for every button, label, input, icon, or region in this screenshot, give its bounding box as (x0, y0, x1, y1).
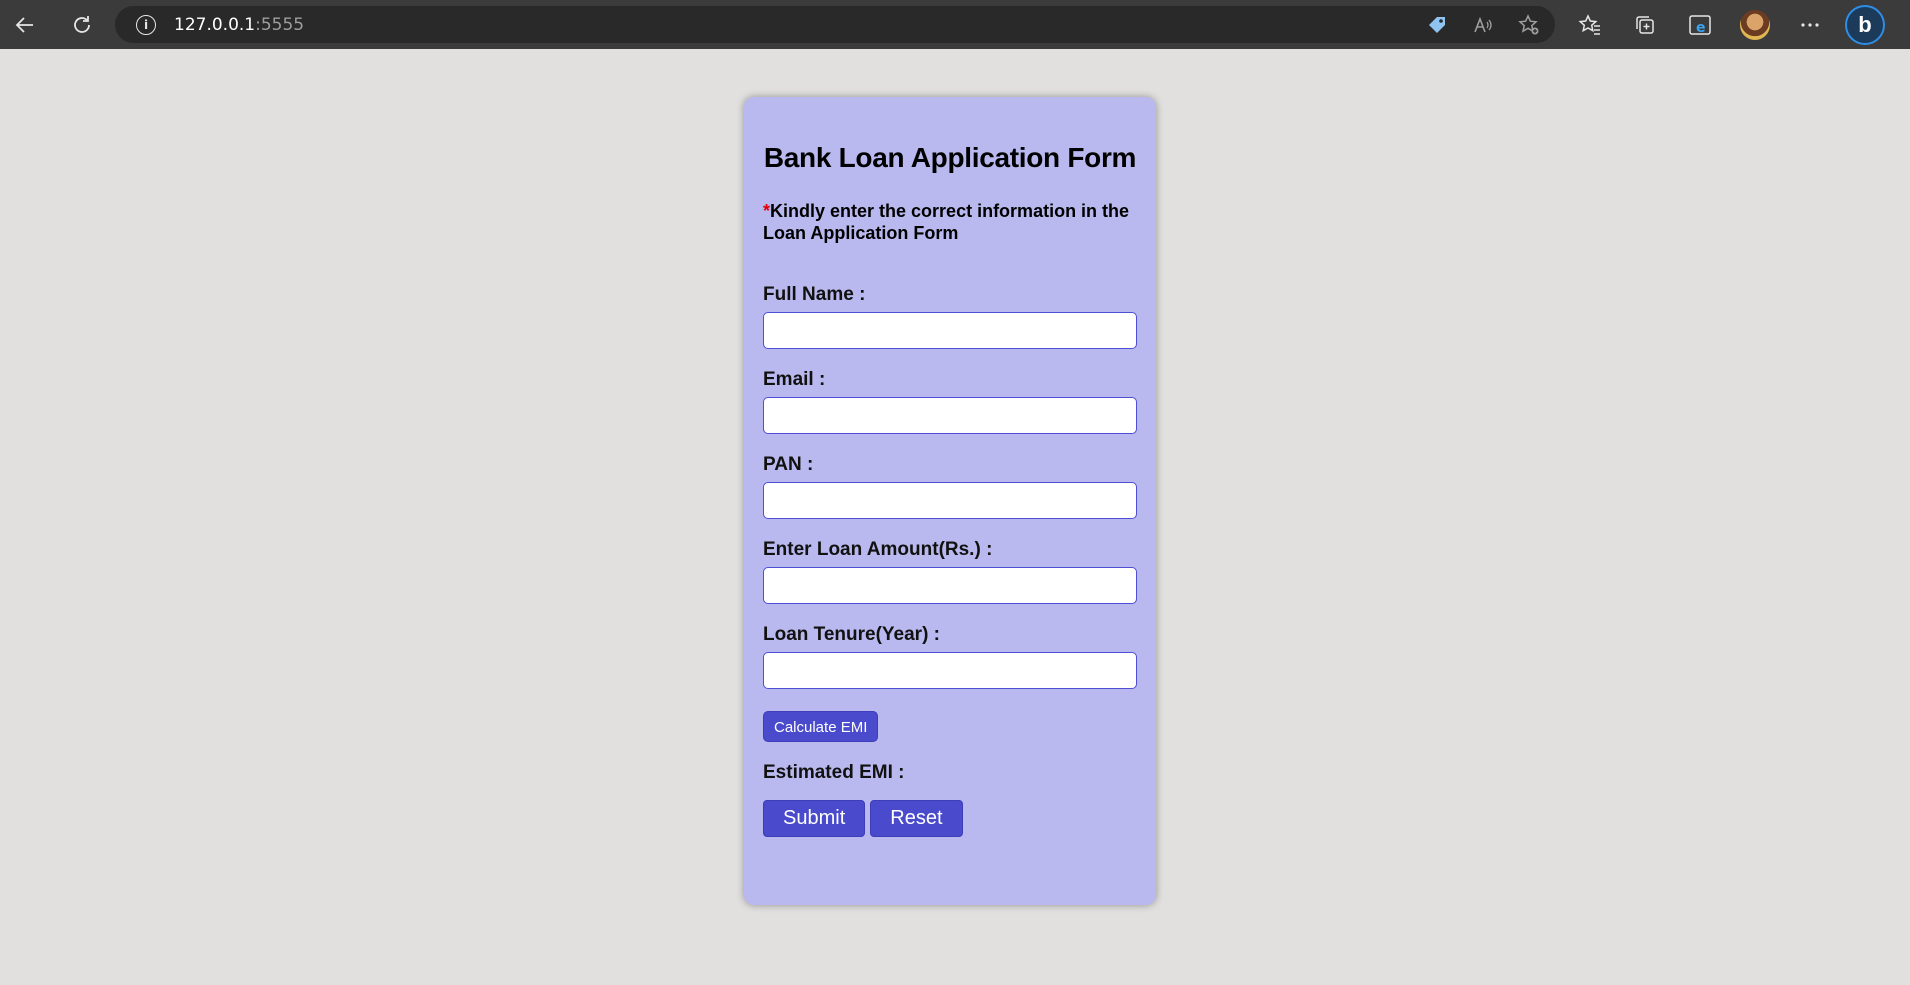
loan-tenure-input[interactable] (763, 652, 1137, 689)
url-port: :5555 (255, 14, 305, 35)
pan-label: PAN : (763, 454, 814, 475)
bing-icon[interactable]: b (1845, 4, 1885, 45)
field-pan: PAN : (763, 454, 1137, 519)
field-full-name: Full Name : (763, 284, 1137, 349)
field-loan-tenure: Loan Tenure(Year) : (763, 624, 1137, 689)
svg-text:e: e (1696, 20, 1706, 36)
form-actions: Submit Reset (763, 800, 1137, 837)
email-label: Email : (763, 369, 826, 390)
loan-form-card: Bank Loan Application Form *Kindly enter… (744, 97, 1156, 905)
edge-icon[interactable]: e (1680, 5, 1720, 45)
form-note: *Kindly enter the correct information in… (763, 200, 1137, 244)
add-favorite-icon[interactable] (1515, 11, 1543, 39)
profile-avatar[interactable] (1735, 5, 1775, 45)
loan-amount-label: Enter Loan Amount(Rs.) : (763, 539, 993, 560)
more-icon[interactable] (1790, 5, 1830, 45)
field-email: Email : (763, 369, 1137, 434)
form-title: Bank Loan Application Form (763, 142, 1137, 173)
required-star: * (763, 201, 771, 221)
browser-toolbar: i 127.0.0.1:5555 e b (0, 0, 1910, 49)
url-host: 127.0.0.1 (174, 14, 256, 35)
email-input[interactable] (763, 397, 1137, 434)
loan-amount-input[interactable] (763, 567, 1137, 604)
favorites-icon[interactable] (1570, 5, 1610, 45)
read-aloud-icon[interactable] (1469, 11, 1497, 39)
address-bar[interactable]: i 127.0.0.1:5555 (115, 6, 1555, 43)
estimated-emi-label: Estimated EMI : (763, 762, 905, 783)
collections-icon[interactable] (1625, 5, 1665, 45)
url-text: 127.0.0.1:5555 (174, 15, 304, 35)
field-loan-amount: Enter Loan Amount(Rs.) : (763, 539, 1137, 604)
back-icon[interactable] (5, 5, 45, 45)
info-icon[interactable]: i (136, 14, 156, 35)
reset-button[interactable]: Reset (870, 800, 963, 837)
calculate-emi-button[interactable]: Calculate EMI (763, 711, 879, 742)
tag-icon[interactable] (1423, 11, 1451, 39)
loan-tenure-label: Loan Tenure(Year) : (763, 624, 941, 645)
reload-icon[interactable] (62, 5, 102, 45)
submit-button[interactable]: Submit (763, 800, 866, 837)
full-name-input[interactable] (763, 312, 1137, 349)
full-name-label: Full Name : (763, 284, 866, 305)
note-text: Kindly enter the correct information in … (763, 201, 1130, 243)
pan-input[interactable] (763, 482, 1137, 519)
